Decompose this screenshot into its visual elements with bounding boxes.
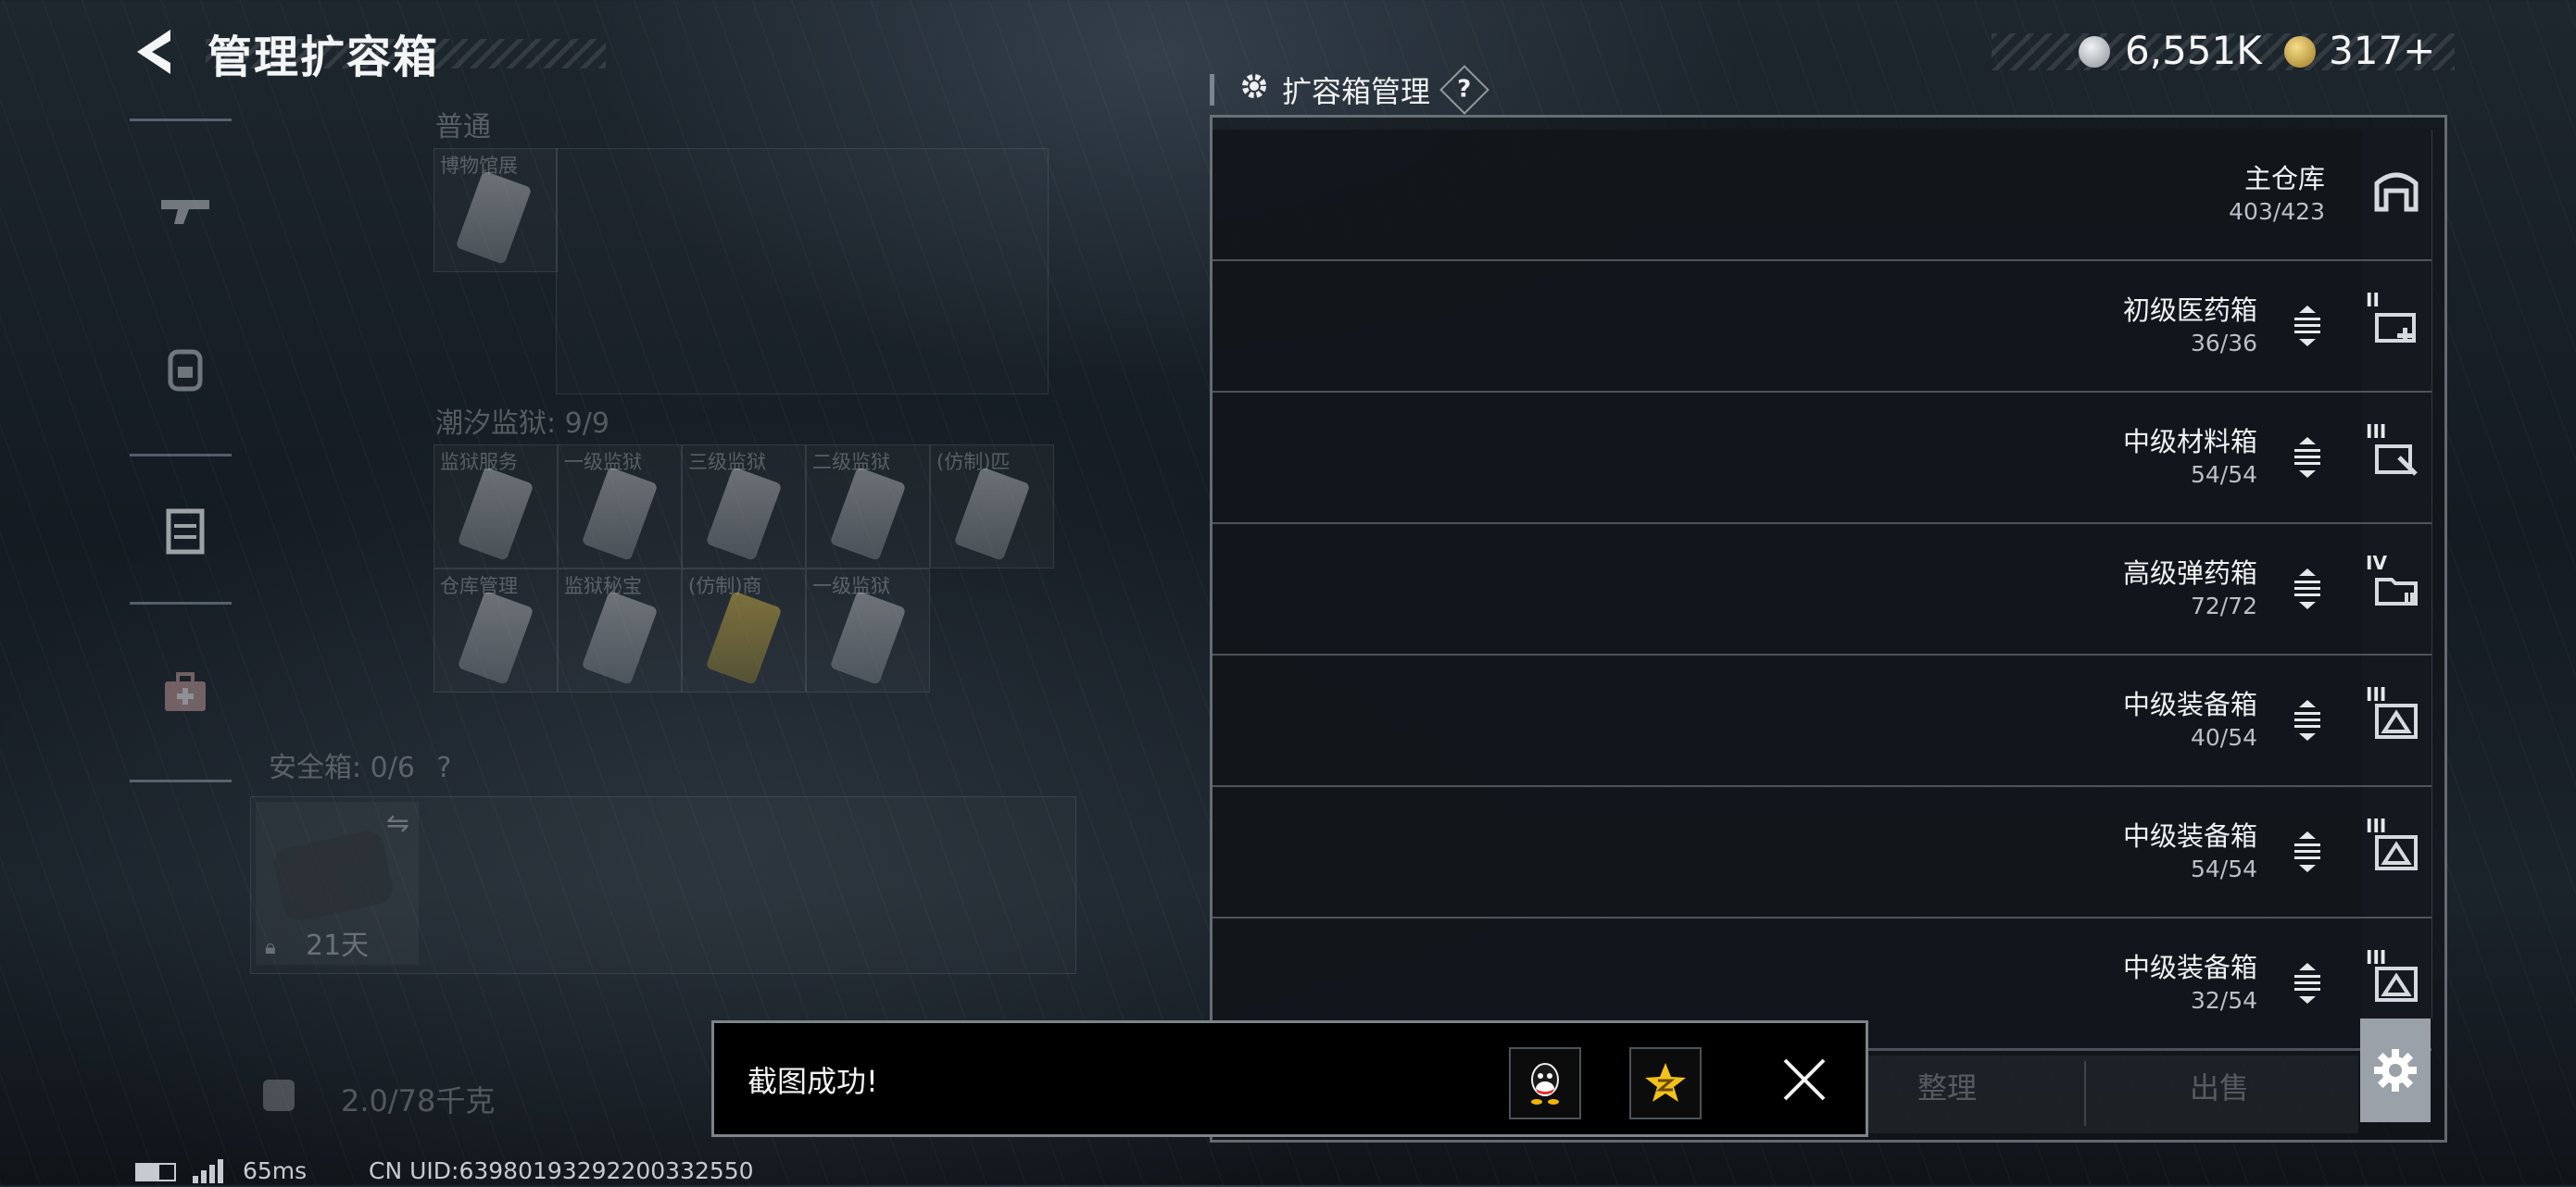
share-qq-button[interactable] — [1509, 1047, 1581, 1119]
cell-item-name: 博物馆展 — [440, 155, 518, 177]
item-card-icon — [705, 467, 783, 561]
inventory-cell[interactable]: 监狱秘宝 — [558, 569, 682, 693]
user-uid: CN UID:63980193292200332550 — [369, 1157, 754, 1184]
gun-icon[interactable] — [156, 181, 215, 241]
tidal-prison-label: 潮汐监狱: 9/9 — [435, 407, 609, 440]
silver-coin-icon — [2079, 36, 2110, 68]
box-level-badge: III — [2366, 420, 2387, 443]
warehouse-icon — [2368, 163, 2425, 220]
carry-weight: 2.0/78千克 — [341, 1083, 496, 1118]
drag-handle-icon[interactable] — [2292, 831, 2323, 872]
box-capacity: 36/36 — [2190, 330, 2257, 356]
backpack-icon[interactable] — [156, 339, 215, 398]
safe-box-icon — [270, 828, 396, 924]
box-name: 中级材料箱 — [2122, 426, 2257, 457]
item-card-icon — [705, 591, 783, 685]
item-card-icon — [457, 591, 534, 685]
inventory-cell[interactable]: 监狱服务 — [434, 444, 558, 569]
back-arrow-icon[interactable] — [130, 24, 185, 80]
box-capacity: 403/423 — [2229, 198, 2325, 225]
safe-box-timer: 21天 — [306, 930, 370, 962]
medkit-icon[interactable] — [156, 663, 215, 722]
inventory-cell[interactable]: 三级监狱 — [682, 444, 806, 569]
silver-currency-amount: 6,551K — [2125, 28, 2262, 73]
box-name: 高级弹药箱 — [2122, 557, 2257, 589]
settings-button[interactable] — [2360, 1018, 2431, 1122]
divider — [2084, 1061, 2086, 1126]
box-level-badge: II — [2366, 289, 2380, 311]
box-capacity: 32/54 — [2190, 987, 2257, 1014]
organize-button[interactable]: 整理 — [1917, 1065, 1977, 1107]
screenshot-toast: 截图成功! — [711, 1020, 1868, 1137]
drag-handle-icon[interactable] — [2292, 700, 2323, 741]
item-card-icon — [581, 467, 659, 561]
drag-handle-icon[interactable] — [2292, 963, 2323, 1004]
rail-divider — [130, 119, 232, 121]
share-qzone-button[interactable] — [1629, 1047, 1702, 1119]
battery-icon — [135, 1163, 176, 1181]
box-capacity: 40/54 — [2190, 724, 2257, 751]
panel-title: 扩容箱管理 — [1282, 74, 1431, 109]
panel-header: 扩容箱管理 ? — [1238, 65, 1489, 115]
storage-box-icon[interactable] — [156, 500, 215, 559]
ping-readout: 65ms — [243, 1157, 308, 1184]
inventory-cell[interactable]: (仿制)商 — [682, 569, 806, 693]
section-label: 普通 — [435, 111, 491, 144]
box-name: 中级装备箱 — [2122, 689, 2257, 720]
close-icon — [1783, 1058, 1826, 1101]
gold-coin-icon — [2284, 36, 2316, 68]
box-level-badge: III — [2366, 815, 2387, 837]
safe-box-slot[interactable]: ⇋ 🔒︎ 21天 — [256, 802, 419, 965]
empty-grid-area — [556, 148, 1049, 394]
box-name: 中级装备箱 — [2122, 820, 2257, 852]
item-card-icon — [829, 467, 907, 561]
lock-icon: 🔒︎ — [265, 936, 276, 959]
item-card-icon — [829, 591, 907, 685]
gear-icon — [2374, 1049, 2417, 1092]
box-capacity: 54/54 — [2190, 856, 2257, 882]
toast-message: 截图成功! — [748, 1064, 878, 1099]
box-capacity: 54/54 — [2190, 461, 2257, 488]
item-card-icon — [457, 467, 534, 561]
rail-divider — [130, 602, 232, 605]
box-name: 初级医药箱 — [2122, 294, 2257, 326]
safe-box-label: 安全箱: 0/6 ? — [269, 744, 451, 785]
box-level-badge: III — [2366, 683, 2387, 706]
drag-handle-icon[interactable] — [2292, 437, 2323, 478]
item-card-icon — [455, 170, 533, 265]
box-capacity: 72/72 — [2190, 593, 2257, 619]
rail-divider — [130, 454, 232, 456]
gear-icon — [1238, 69, 1271, 110]
safe-box-title: 安全箱: 0/6 — [269, 752, 415, 784]
swap-icon: ⇋ — [385, 807, 409, 840]
drag-handle-icon[interactable] — [2292, 569, 2323, 609]
inventory-cell[interactable]: 二级监狱 — [806, 444, 930, 569]
inventory-cell[interactable]: (仿制)匹 — [930, 444, 1054, 569]
inventory-cell[interactable]: 一级监狱 — [806, 569, 930, 693]
box-level-badge: IV — [2366, 552, 2387, 574]
item-card-icon — [581, 591, 659, 685]
inventory-cell[interactable]: 仓库管理 — [434, 569, 558, 693]
safe-box-help-icon[interactable]: ? — [436, 752, 451, 784]
panel-head-bar — [1210, 74, 1214, 106]
sell-button[interactable]: 出售 — [2190, 1065, 2249, 1107]
item-card-icon — [953, 467, 1031, 561]
signal-icon — [193, 1159, 224, 1183]
drag-handle-icon[interactable] — [2292, 306, 2323, 346]
rail-divider — [130, 780, 232, 782]
box-name: 中级装备箱 — [2122, 952, 2257, 983]
box-name: 主仓库 — [2243, 163, 2325, 194]
panel-help-icon[interactable]: ? — [1439, 65, 1489, 115]
weight-icon — [263, 1080, 295, 1111]
page-title: 管理扩容箱 — [207, 31, 440, 83]
box-level-badge: III — [2366, 946, 2387, 968]
close-toast-button[interactable] — [1781, 1056, 1828, 1103]
inventory-cell[interactable]: 一级监狱 — [558, 444, 682, 569]
gold-currency-amount[interactable]: 317+ — [2329, 28, 2435, 73]
inventory-cell[interactable]: 博物馆展 — [434, 148, 558, 272]
qzone-icon — [1645, 1063, 1686, 1102]
qq-icon — [1531, 1063, 1559, 1105]
